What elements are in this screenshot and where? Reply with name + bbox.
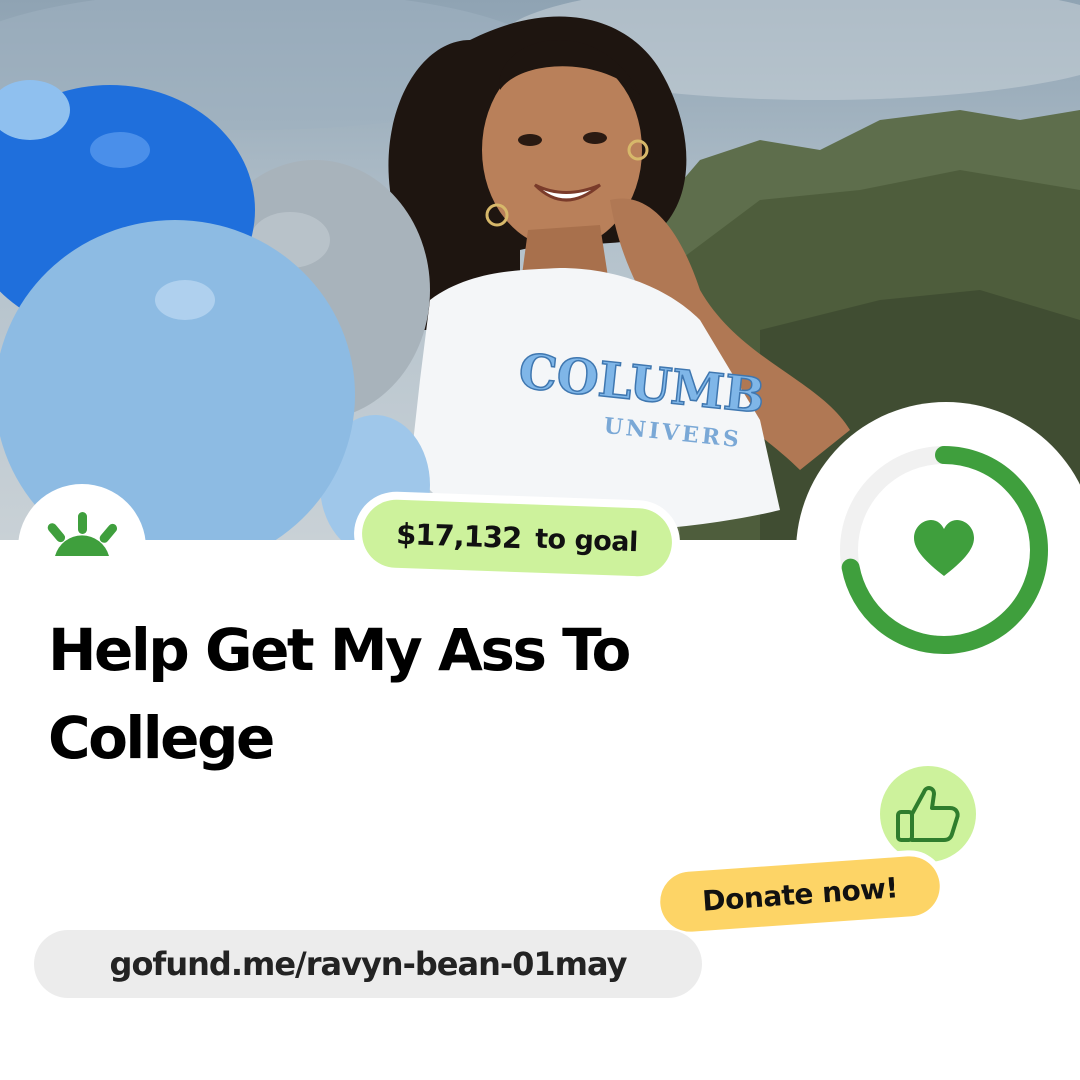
- person-eye: [518, 134, 542, 146]
- goal-badge-inner: $17,132 to goal: [360, 498, 674, 578]
- donate-now-button[interactable]: Donate now!: [651, 847, 949, 941]
- progress-ring-graphic: [840, 446, 1048, 654]
- goal-badge: $17,132 to goal: [352, 490, 682, 586]
- thumbs-up-badge: [880, 766, 976, 862]
- campaign-title: Help Get My Ass To College: [48, 616, 631, 772]
- donate-now-label: Donate now!: [658, 854, 942, 934]
- goal-label: to goal: [534, 523, 639, 558]
- balloon-highlight: [155, 280, 215, 320]
- campaign-url-link[interactable]: gofund.me/ravyn-bean-01may: [34, 930, 702, 998]
- goal-amount: $17,132: [395, 516, 522, 556]
- gofundme-logo: [18, 484, 146, 612]
- balloon-highlight: [90, 132, 150, 168]
- gofundme-sunrise-logo-icon: [47, 512, 118, 556]
- person-eye: [583, 132, 607, 144]
- heart-icon: [914, 520, 974, 576]
- progress-ring: [796, 402, 1080, 702]
- thumbs-up-icon: [896, 786, 960, 842]
